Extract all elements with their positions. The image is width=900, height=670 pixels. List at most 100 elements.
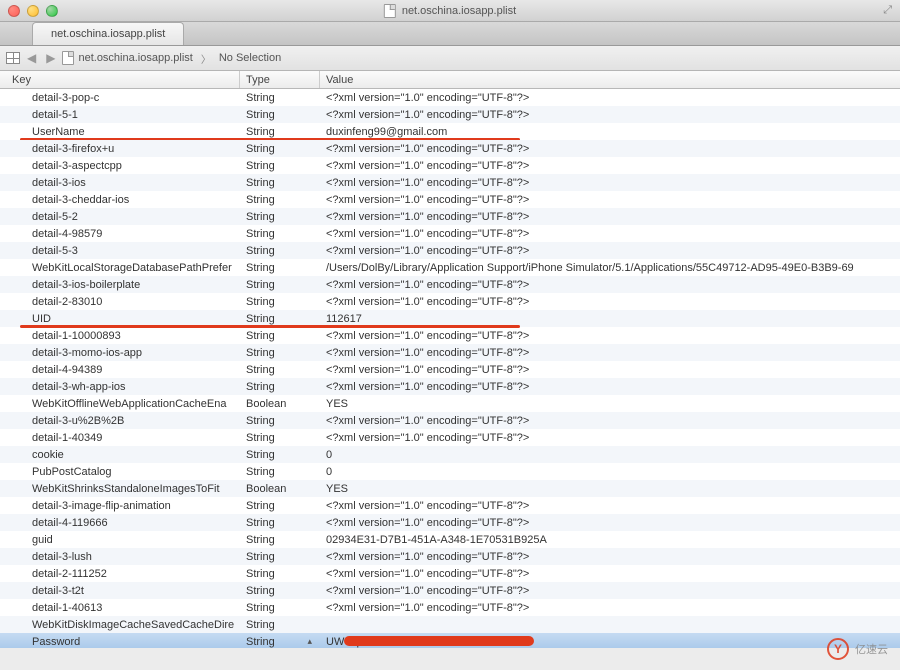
cell-type: String	[240, 177, 320, 189]
table-row[interactable]: UserNameStringduxinfeng99@gmail.com	[0, 123, 900, 140]
cell-value: <?xml version="1.0" encoding="UTF-8"?>	[320, 347, 900, 359]
table-row[interactable]: WebKitLocalStorageDatabasePathPreferStri…	[0, 259, 900, 276]
forward-icon[interactable]: ▶	[43, 51, 58, 65]
cell-type: String	[240, 245, 320, 257]
cell-value: <?xml version="1.0" encoding="UTF-8"?>	[320, 228, 900, 240]
document-icon	[62, 51, 74, 65]
grid-view-icon[interactable]	[6, 52, 20, 64]
cell-key: WebKitDiskImageCacheSavedCacheDire	[0, 619, 240, 631]
table-row[interactable]: detail-5-3String<?xml version="1.0" enco…	[0, 242, 900, 259]
cell-key: detail-3-momo-ios-app	[0, 347, 240, 359]
table-row[interactable]: detail-3-ios-boilerplateString<?xml vers…	[0, 276, 900, 293]
table-row[interactable]: detail-1-40349String<?xml version="1.0" …	[0, 429, 900, 446]
table-row[interactable]: detail-3-wh-app-iosString<?xml version="…	[0, 378, 900, 395]
cell-type: String	[240, 296, 320, 308]
cell-key: Password+−	[0, 636, 240, 648]
table-row[interactable]: detail-3-aspectcppString<?xml version="1…	[0, 157, 900, 174]
table-row[interactable]: detail-3-momo-ios-appString<?xml version…	[0, 344, 900, 361]
table-row[interactable]: UIDString112617	[0, 310, 900, 327]
zoom-icon[interactable]	[46, 5, 58, 17]
cell-type: String	[240, 160, 320, 172]
cell-value: <?xml version="1.0" encoding="UTF-8"?>	[320, 500, 900, 512]
table-row[interactable]: detail-1-40613String<?xml version="1.0" …	[0, 599, 900, 616]
path-segment-file[interactable]: net.oschina.iosapp.plist	[62, 51, 192, 65]
cell-key: guid	[0, 534, 240, 546]
cell-type: String	[240, 551, 320, 563]
table-row[interactable]: detail-2-111252String<?xml version="1.0"…	[0, 565, 900, 582]
cell-key: detail-1-40613	[0, 602, 240, 614]
table-row[interactable]: detail-5-2String<?xml version="1.0" enco…	[0, 208, 900, 225]
table-row[interactable]: detail-3-lushString<?xml version="1.0" e…	[0, 548, 900, 565]
expand-icon[interactable]: ⤢	[883, 4, 892, 17]
cell-key: detail-3-t2t	[0, 585, 240, 597]
traffic-lights	[8, 5, 58, 17]
cell-key: detail-3-ios-boilerplate	[0, 279, 240, 291]
cell-type: String	[240, 143, 320, 155]
cell-type: String	[240, 602, 320, 614]
cell-value: UWGqL	[320, 636, 900, 648]
table-row[interactable]: detail-1-10000893String<?xml version="1.…	[0, 327, 900, 344]
column-header-key[interactable]: Key	[0, 71, 240, 88]
cell-key: UID	[0, 313, 240, 325]
cell-key: detail-4-94389	[0, 364, 240, 376]
cell-value: <?xml version="1.0" encoding="UTF-8"?>	[320, 602, 900, 614]
cell-key: detail-3-u%2B%2B	[0, 415, 240, 427]
table-row[interactable]: detail-4-119666String<?xml version="1.0"…	[0, 514, 900, 531]
table-row[interactable]: detail-5-1String<?xml version="1.0" enco…	[0, 106, 900, 123]
cell-value: <?xml version="1.0" encoding="UTF-8"?>	[320, 432, 900, 444]
cell-value: YES	[320, 398, 900, 410]
table-row[interactable]: cookieString0	[0, 446, 900, 463]
table-row[interactable]: WebKitDiskImageCacheSavedCacheDireString	[0, 616, 900, 633]
close-icon[interactable]	[8, 5, 20, 17]
table-header: Key Type Value	[0, 71, 900, 89]
table-row[interactable]: detail-3-image-flip-animationString<?xml…	[0, 497, 900, 514]
cell-key: detail-2-111252	[0, 568, 240, 580]
table-row[interactable]: PubPostCatalogString0	[0, 463, 900, 480]
tab-bar: net.oschina.iosapp.plist	[0, 22, 900, 46]
tab-label: net.oschina.iosapp.plist	[51, 28, 165, 40]
table-row[interactable]: detail-3-cheddar-iosString<?xml version=…	[0, 191, 900, 208]
cell-key: detail-3-lush	[0, 551, 240, 563]
cell-type: String	[240, 534, 320, 546]
window-titlebar: net.oschina.iosapp.plist ⤢	[0, 0, 900, 22]
cell-type: String	[240, 109, 320, 121]
cell-value: <?xml version="1.0" encoding="UTF-8"?>	[320, 330, 900, 342]
chevron-right-icon: 〉	[201, 51, 211, 66]
path-bar: ◀ ▶ net.oschina.iosapp.plist 〉 No Select…	[0, 46, 900, 71]
file-tab[interactable]: net.oschina.iosapp.plist	[32, 22, 184, 45]
table-row[interactable]: detail-3-iosString<?xml version="1.0" en…	[0, 174, 900, 191]
path-file-label: net.oschina.iosapp.plist	[78, 52, 192, 64]
cell-value: <?xml version="1.0" encoding="UTF-8"?>	[320, 143, 900, 155]
table-row[interactable]: Password+−StringUWGqL	[0, 633, 900, 648]
cell-key: detail-3-aspectcpp	[0, 160, 240, 172]
table-row[interactable]: detail-3-pop-cString<?xml version="1.0" …	[0, 89, 900, 106]
table-row[interactable]: detail-4-94389String<?xml version="1.0" …	[0, 361, 900, 378]
table-row[interactable]: detail-3-u%2B%2BString<?xml version="1.0…	[0, 412, 900, 429]
minimize-icon[interactable]	[27, 5, 39, 17]
table-row[interactable]: detail-3-firefox+uString<?xml version="1…	[0, 140, 900, 157]
table-row[interactable]: detail-3-t2tString<?xml version="1.0" en…	[0, 582, 900, 599]
table-row[interactable]: detail-2-83010String<?xml version="1.0" …	[0, 293, 900, 310]
table-row[interactable]: WebKitShrinksStandaloneImagesToFitBoolea…	[0, 480, 900, 497]
cell-value: <?xml version="1.0" encoding="UTF-8"?>	[320, 109, 900, 121]
table-row[interactable]: guidString02934E31-D7B1-451A-A348-1E7053…	[0, 531, 900, 548]
table-row[interactable]: detail-4-98579String<?xml version="1.0" …	[0, 225, 900, 242]
cell-value: <?xml version="1.0" encoding="UTF-8"?>	[320, 415, 900, 427]
cell-key: detail-3-image-flip-animation	[0, 500, 240, 512]
cell-value: <?xml version="1.0" encoding="UTF-8"?>	[320, 245, 900, 257]
table-row[interactable]: WebKitOfflineWebApplicationCacheEnaBoole…	[0, 395, 900, 412]
cell-type: String	[240, 126, 320, 138]
cell-key: detail-2-83010	[0, 296, 240, 308]
column-header-type[interactable]: Type	[240, 71, 320, 88]
cell-type: String	[240, 415, 320, 427]
cell-type: String	[240, 381, 320, 393]
cell-value: <?xml version="1.0" encoding="UTF-8"?>	[320, 381, 900, 393]
cell-value: duxinfeng99@gmail.com	[320, 126, 900, 138]
back-icon[interactable]: ◀	[24, 51, 39, 65]
cell-key: WebKitOfflineWebApplicationCacheEna	[0, 398, 240, 410]
cell-key: PubPostCatalog	[0, 466, 240, 478]
cell-key: detail-3-wh-app-ios	[0, 381, 240, 393]
column-header-value[interactable]: Value	[320, 71, 900, 88]
cell-value: /Users/DolBy/Library/Application Support…	[320, 262, 900, 274]
cell-type: String	[240, 347, 320, 359]
